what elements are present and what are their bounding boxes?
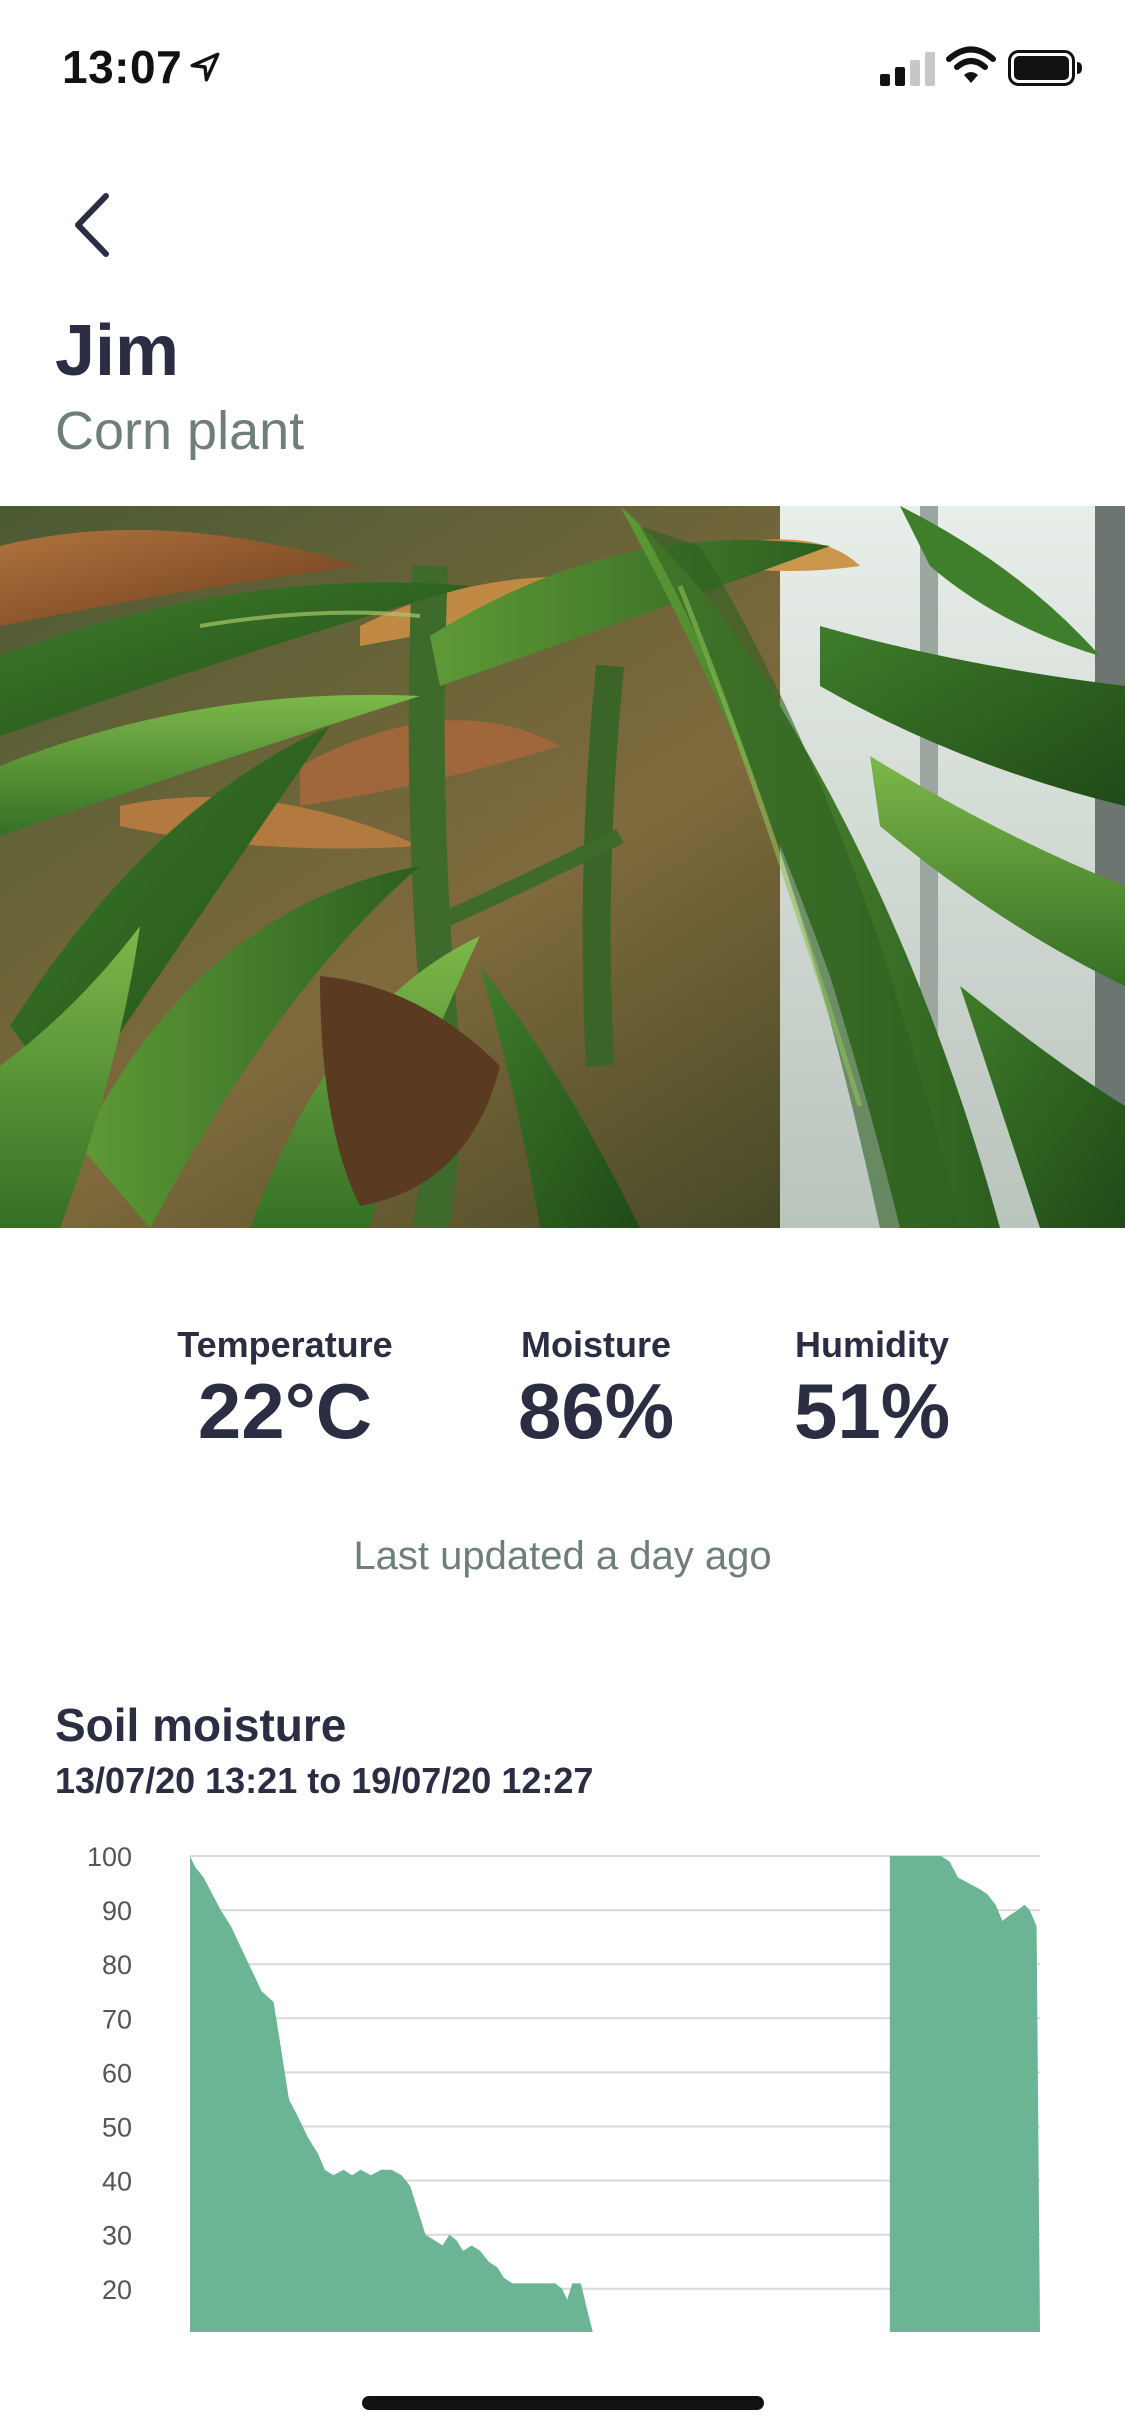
moisture-area-series-1 xyxy=(190,1856,593,2332)
home-indicator[interactable] xyxy=(362,2396,764,2410)
stat-label: Temperature xyxy=(177,1324,393,1365)
moisture-area-series-2 xyxy=(889,1856,1040,2332)
last-updated: Last updated a day ago xyxy=(353,1534,772,1578)
stat-value: 86% xyxy=(517,1367,675,1455)
y-tick-label: 100 xyxy=(87,1842,132,1872)
y-tick-label: 90 xyxy=(102,1896,132,1926)
stat-humidity: Humidity 51% xyxy=(722,1324,1022,1450)
battery-icon xyxy=(1008,50,1082,86)
chart-title: Soil moisture xyxy=(55,1699,347,1751)
status-bar: 13:07 xyxy=(0,0,1125,140)
y-tick-label: 20 xyxy=(102,2275,132,2305)
wifi-icon xyxy=(946,46,996,83)
y-tick-label: 40 xyxy=(102,2167,132,2197)
stat-label: Humidity xyxy=(794,1324,949,1365)
y-tick-label: 60 xyxy=(102,2058,132,2088)
stat-value: 22°C xyxy=(197,1367,373,1455)
stat-temperature: Temperature 22°C xyxy=(135,1324,435,1450)
y-tick-label: 80 xyxy=(102,1950,132,1980)
stat-label: Moisture xyxy=(520,1324,671,1365)
soil-moisture-chart: 100 90 80 70 60 50 40 30 20 xyxy=(87,1842,1040,2332)
stat-value: 51% xyxy=(793,1367,951,1455)
y-tick-label: 70 xyxy=(102,2004,132,2034)
stats-row: Temperature 22°C Moisture 86% Humidity 5… xyxy=(0,1324,1125,1464)
chart-date-range: 13/07/20 13:21 to 19/07/20 12:27 xyxy=(55,1760,594,1801)
status-time: 13:07 xyxy=(62,41,183,93)
location-arrow-icon xyxy=(190,52,220,82)
plant-name: Jim xyxy=(55,311,180,391)
back-button[interactable] xyxy=(54,180,130,270)
chevron-left-icon xyxy=(75,193,109,257)
y-tick-label: 50 xyxy=(102,2113,132,2143)
plant-type: Corn plant xyxy=(55,401,305,461)
stat-moisture: Moisture 86% xyxy=(446,1324,746,1450)
cellular-signal-icon xyxy=(880,52,935,86)
y-tick-label: 30 xyxy=(102,2221,132,2251)
plant-photo xyxy=(0,506,1125,1228)
